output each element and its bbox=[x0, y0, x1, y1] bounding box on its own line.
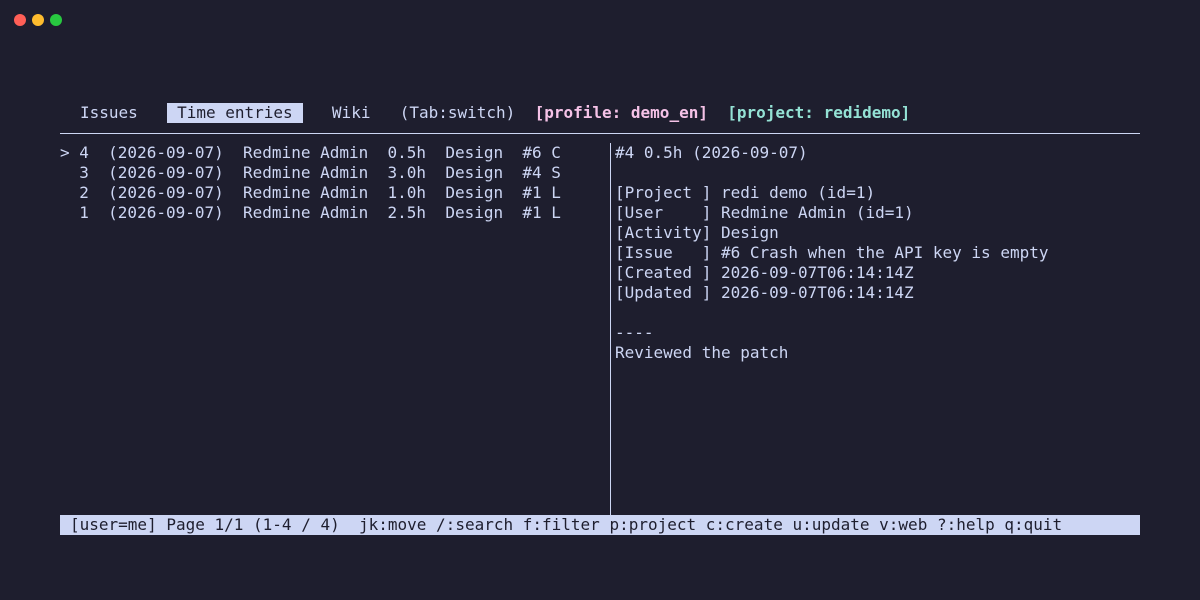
tab-wiki[interactable]: Wiki bbox=[322, 103, 381, 123]
pane-divider bbox=[610, 143, 611, 515]
list-item[interactable]: > 4 (2026-09-07) Redmine Admin 0.5h Desi… bbox=[60, 143, 561, 163]
minimize-window-button[interactable] bbox=[32, 14, 44, 26]
detail-field-project: [Project ] redi demo (id=1) bbox=[615, 183, 876, 202]
list-item[interactable]: 1 (2026-09-07) Redmine Admin 2.5h Design… bbox=[60, 203, 561, 223]
tab-switch-hint: (Tab:switch) bbox=[399, 103, 516, 122]
project-indicator: [project: redidemo] bbox=[727, 103, 911, 122]
detail-field-updated: [Updated ] 2026-09-07T06:14:14Z bbox=[615, 283, 914, 302]
list-item[interactable]: 2 (2026-09-07) Redmine Admin 1.0h Design… bbox=[60, 183, 561, 203]
terminal-app: Issues Time entries Wiki (Tab:switch) [p… bbox=[60, 100, 1140, 540]
tab-bar: Issues Time entries Wiki (Tab:switch) [p… bbox=[70, 103, 910, 123]
detail-field-created: [Created ] 2026-09-07T06:14:14Z bbox=[615, 263, 914, 282]
detail-comment: Reviewed the patch bbox=[615, 343, 789, 362]
detail-field-issue: [Issue ] #6 Crash when the API key is em… bbox=[615, 243, 1049, 262]
maximize-window-button[interactable] bbox=[50, 14, 62, 26]
detail-divider: ---- bbox=[615, 323, 654, 342]
profile-indicator: [profile: demo_en] bbox=[534, 103, 708, 122]
close-window-button[interactable] bbox=[14, 14, 26, 26]
window-controls bbox=[14, 14, 62, 26]
detail-field-user: [User ] Redmine Admin (id=1) bbox=[615, 203, 914, 222]
status-bar: [user=me] Page 1/1 (1-4 / 4) jk:move /:s… bbox=[60, 515, 1140, 535]
detail-header: #4 0.5h (2026-09-07) bbox=[615, 143, 808, 162]
header-separator bbox=[60, 133, 1140, 134]
detail-field-activity: [Activity] Design bbox=[615, 223, 779, 242]
list-item[interactable]: 3 (2026-09-07) Redmine Admin 3.0h Design… bbox=[60, 163, 561, 183]
tab-time-entries[interactable]: Time entries bbox=[167, 103, 303, 123]
tab-issues[interactable]: Issues bbox=[70, 103, 148, 123]
